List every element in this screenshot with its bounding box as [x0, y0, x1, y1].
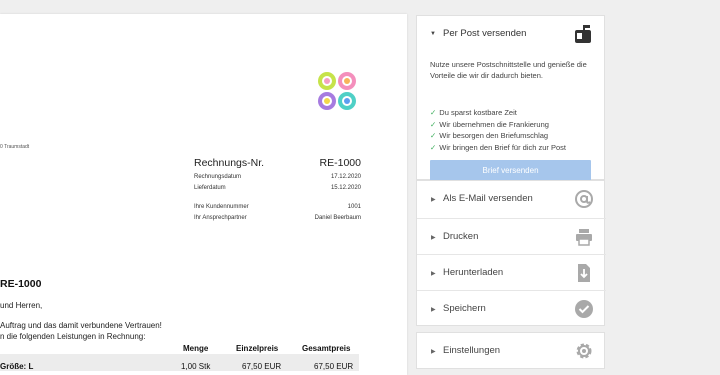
- checkmark-icon: ✓: [430, 108, 437, 117]
- action-label: Als E-Mail versenden: [443, 193, 533, 204]
- action-download[interactable]: ▶ Herunterladen: [417, 254, 606, 291]
- printer-icon: [576, 229, 592, 246]
- post-send-panel: ▼ Per Post versenden Nutze unsere Postsc…: [416, 15, 605, 181]
- invoice-document: 0 Traumstadt Rechnungs-Nr. RE-1000 Rechn…: [0, 14, 407, 375]
- meta-row: Ihr Ansprechpartner Daniel Beerbaum: [194, 215, 361, 226]
- column-header-unit-price: Einzelpreis: [236, 344, 279, 353]
- caret-down-icon[interactable]: ▼: [430, 31, 436, 37]
- invoice-title: RE-1000: [0, 278, 42, 290]
- post-description: Nutze unsere Postschnittstelle und genie…: [430, 60, 587, 80]
- meta-label: Rechnungsdatum: [194, 174, 242, 180]
- row-unit-price: 67,50 EUR: [242, 362, 282, 371]
- meta-row: Lieferdatum 15.12.2020: [194, 185, 361, 196]
- company-logo: [318, 72, 356, 110]
- checkmark-icon: ✓: [430, 131, 437, 140]
- table-header: [0, 354, 359, 371]
- caret-right-icon: ▶: [431, 349, 436, 355]
- row-total: 67,50 EUR: [314, 362, 354, 371]
- checkmark-icon: ✓: [430, 119, 437, 129]
- invoice-number-label: Rechnungs-Nr.: [194, 157, 265, 169]
- action-print[interactable]: ▶ Drucken: [417, 218, 606, 255]
- action-label: Speichern: [443, 303, 486, 314]
- meta-label: Lieferdatum: [194, 184, 226, 191]
- actions-panel: ▶ Als E-Mail versenden ▶ Drucken ▶ Herun…: [416, 180, 606, 327]
- action-label: Drucken: [443, 231, 479, 242]
- settings-label: Einstellungen: [443, 345, 501, 356]
- list-item: ✓ Du sparst kostbare Zeit: [430, 108, 517, 117]
- column-header-total: Gesamtpreis: [302, 344, 351, 353]
- list-item: ✓ Wir übernehmen die Frankierung: [430, 119, 549, 129]
- invoice-meta: Rechnungs-Nr. RE-1000 Rechnungsdatum 17.…: [194, 157, 361, 225]
- column-header-qty: Menge: [183, 344, 209, 353]
- row-description: Größe: L: [0, 362, 34, 371]
- meta-row: Rechnungsdatum 17.12.2020: [194, 174, 361, 185]
- action-settings[interactable]: ▶ Einstellungen: [417, 333, 606, 370]
- meta-value: 1001: [347, 204, 361, 210]
- gear-icon: [576, 343, 592, 359]
- checkmark-circle-icon: [575, 300, 593, 318]
- checkmark-icon: ✓: [430, 142, 437, 152]
- list-item: ✓ Wir besorgen den Briefumschlag: [430, 131, 549, 140]
- meta-value: 17.12.2020: [330, 174, 361, 180]
- caret-right-icon: ▶: [431, 235, 436, 241]
- caret-right-icon: ▶: [431, 197, 436, 203]
- invoice-number-value: RE-1000: [319, 157, 361, 169]
- action-save[interactable]: ▶ Speichern: [417, 290, 606, 327]
- greeting-text: und Herren,: [0, 301, 43, 310]
- intro-line-1: Auftrag und das damit verbundene Vertrau…: [0, 321, 162, 330]
- meta-label: Ihr Ansprechpartner: [194, 214, 247, 221]
- benefit-list: ✓ Du sparst kostbare Zeit ✓ Wir übernehmen…: [430, 107, 566, 153]
- at-icon: [575, 190, 593, 208]
- mailbox-icon: [575, 25, 591, 43]
- download-icon: [578, 264, 590, 282]
- list-item: ✓ Wir bringen den Brief für dich zur Post: [430, 142, 567, 152]
- meta-value: 15.12.2020: [330, 184, 361, 191]
- row-quantity: 1,00 Stk: [181, 362, 211, 371]
- meta-value: Daniel Beerbaum: [314, 214, 361, 221]
- action-email[interactable]: ▶ Als E-Mail versenden: [417, 181, 606, 218]
- intro-line-2: n die folgenden Leistungen in Rechnung:: [0, 332, 146, 341]
- post-send-title[interactable]: Per Post versenden: [443, 28, 526, 39]
- send-letter-button[interactable]: Brief versenden: [430, 160, 591, 181]
- meta-label: Ihre Kundennummer: [194, 204, 249, 210]
- caret-right-icon: ▶: [431, 307, 436, 313]
- action-label: Herunterladen: [443, 267, 504, 278]
- sender-address-line: 0 Traumstadt: [0, 144, 30, 150]
- settings-panel: ▶ Einstellungen: [416, 332, 605, 369]
- caret-right-icon: ▶: [431, 271, 436, 277]
- meta-row: Ihre Kundennummer 1001: [194, 204, 361, 215]
